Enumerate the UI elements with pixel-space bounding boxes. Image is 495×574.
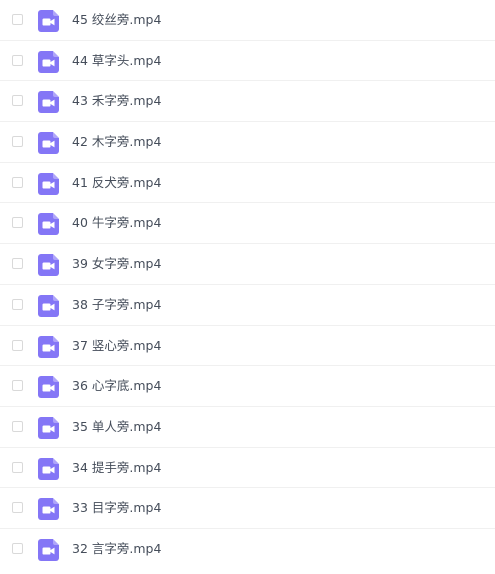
file-checkbox[interactable] [12, 14, 23, 25]
file-row[interactable]: 45 绞丝旁.mp4 [0, 0, 495, 41]
video-file-icon [38, 538, 59, 561]
video-file-icon [38, 172, 59, 195]
file-checkbox[interactable] [12, 502, 23, 514]
video-file-icon [38, 91, 59, 114]
file-name[interactable]: 35 单人旁.mp4 [72, 419, 161, 435]
file-name[interactable]: 38 子字旁.mp4 [72, 297, 161, 313]
file-checkbox[interactable] [12, 298, 23, 310]
file-name[interactable]: 40 牛字旁.mp4 [72, 215, 161, 231]
file-name[interactable]: 33 目字旁.mp4 [72, 500, 161, 516]
video-file-icon [38, 416, 59, 439]
file-row[interactable]: 42 木字旁.mp4 [0, 122, 495, 163]
file-row[interactable]: 35 单人旁.mp4 [0, 407, 495, 448]
file-name[interactable]: 43 禾字旁.mp4 [72, 93, 161, 109]
file-name[interactable]: 34 提手旁.mp4 [72, 460, 161, 476]
file-checkbox[interactable] [12, 258, 23, 270]
file-checkbox[interactable] [12, 136, 23, 148]
file-row[interactable]: 41 反犬旁.mp4 [0, 163, 495, 204]
file-name[interactable]: 41 反犬旁.mp4 [72, 175, 161, 191]
file-row[interactable]: 38 子字旁.mp4 [0, 285, 495, 326]
video-file-icon [38, 50, 59, 73]
file-name[interactable]: 45 绞丝旁.mp4 [72, 12, 161, 28]
video-file-icon [38, 294, 59, 317]
file-row[interactable]: 33 目字旁.mp4 [0, 488, 495, 529]
file-row[interactable]: 44 草字头.mp4 [0, 41, 495, 82]
file-name[interactable]: 32 言字旁.mp4 [72, 541, 161, 557]
file-row[interactable]: 39 女字旁.mp4 [0, 244, 495, 285]
file-checkbox[interactable] [12, 380, 23, 392]
file-checkbox[interactable] [12, 461, 23, 473]
video-file-icon [38, 10, 59, 32]
file-checkbox[interactable] [12, 217, 23, 229]
file-checkbox[interactable] [12, 95, 23, 107]
video-file-icon [38, 132, 59, 155]
file-row[interactable]: 34 提手旁.mp4 [0, 448, 495, 489]
file-list: 45 绞丝旁.mp4 44 草字头.mp4 43 禾字旁.mp4 42 木字旁.mp4… [0, 0, 495, 570]
file-checkbox[interactable] [12, 339, 23, 351]
file-checkbox[interactable] [12, 420, 23, 432]
file-name[interactable]: 44 草字头.mp4 [72, 53, 161, 69]
video-file-icon [38, 457, 59, 480]
file-checkbox[interactable] [12, 542, 23, 554]
file-checkbox[interactable] [12, 54, 23, 66]
file-row[interactable]: 37 竖心旁.mp4 [0, 326, 495, 367]
video-file-icon [38, 498, 59, 521]
file-row[interactable]: 43 禾字旁.mp4 [0, 81, 495, 123]
file-name[interactable]: 39 女字旁.mp4 [72, 256, 161, 272]
video-file-icon [38, 213, 59, 236]
file-row[interactable]: 36 心字底.mp4 [0, 366, 495, 407]
file-checkbox[interactable] [12, 176, 23, 188]
file-row[interactable]: 32 言字旁.mp4 [0, 529, 495, 570]
file-name[interactable]: 42 木字旁.mp4 [72, 134, 161, 150]
video-file-icon [38, 335, 59, 358]
file-row[interactable]: 40 牛字旁.mp4 [0, 203, 495, 245]
video-file-icon [38, 376, 59, 399]
file-name[interactable]: 37 竖心旁.mp4 [72, 338, 161, 354]
video-file-icon [38, 254, 59, 277]
file-name[interactable]: 36 心字底.mp4 [72, 378, 161, 394]
